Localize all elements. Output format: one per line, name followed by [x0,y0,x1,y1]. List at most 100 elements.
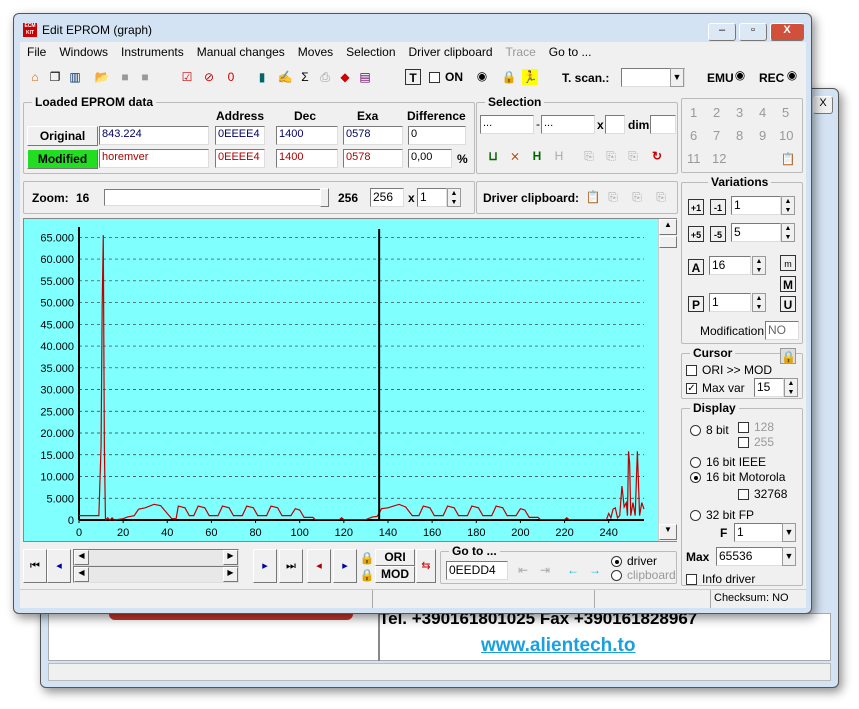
menu-trace[interactable]: Trace [506,45,536,59]
minus-five-icon[interactable]: -5 [710,226,726,242]
mod-scroll-right[interactable]: ▶ [223,567,238,582]
plus-five-icon[interactable]: +5 [688,226,704,242]
p-input[interactable]: 1 [709,293,751,312]
mod-scrollbar[interactable] [73,566,239,583]
number-button[interactable]: 7 [713,128,720,143]
driver-radio[interactable] [611,556,622,568]
8bit-radio[interactable] [690,425,701,437]
no-icon[interactable]: ⊘ [201,69,217,85]
selection-dim[interactable] [650,115,676,134]
prev-diff-button[interactable]: ◂ [307,549,331,583]
menu-moves[interactable]: Moves [298,45,333,59]
f-dropdown-arrow[interactable]: ▼ [782,523,796,542]
mod-scroll-left[interactable]: ◀ [74,567,89,582]
panel-icon[interactable]: ▥ [67,69,83,85]
zoom-slider-thumb[interactable] [320,188,329,207]
selection-from[interactable]: ... [480,115,534,134]
calculator-icon[interactable]: ▮ [254,69,270,85]
p-icon[interactable]: P [688,296,704,312]
zero-icon[interactable]: 0 [223,69,239,85]
menu-driver-clipboard[interactable]: Driver clipboard [409,45,493,59]
clipboard-copy-icon[interactable]: 📋 [585,189,601,205]
number-button[interactable]: 2 [713,105,720,120]
ori-button[interactable]: ORI [375,549,415,566]
next-button[interactable]: ▸ [253,549,277,583]
next-diff-button[interactable]: ▸ [333,549,357,583]
step5-input[interactable]: 5 [731,223,781,242]
number-button[interactable]: 11 [687,151,701,166]
plus-one-icon[interactable]: +1 [688,199,704,215]
graph-scrollbar[interactable]: ▲ ▼ [658,219,677,541]
check-icon[interactable]: ☑ [179,69,195,85]
minus-one-icon[interactable]: -1 [710,199,726,215]
original-dec[interactable]: 1400 [276,126,338,145]
max-var-spinner[interactable]: ▲ ▼ [784,378,798,397]
menu-windows[interactable]: Windows [59,45,108,59]
text-icon[interactable]: T [405,69,421,85]
16bit-ieee-radio[interactable] [690,457,701,469]
website-link[interactable]: www.alientech.to [481,635,636,657]
home-icon[interactable]: ⌂ [27,69,43,85]
number-button[interactable]: 12 [712,151,726,166]
info-driver-checkbox[interactable] [686,574,697,586]
clipboard-radio[interactable] [611,570,622,582]
select-clear-icon[interactable]: ⨯ [507,148,523,164]
a-spinner[interactable]: ▲ ▼ [752,256,766,275]
zoom-value[interactable]: 256 [370,188,404,207]
ori-mod-checkbox[interactable] [686,365,697,377]
number-button[interactable]: 1 [690,105,697,120]
rec-label[interactable]: REC [759,71,784,85]
modified-dec[interactable]: 1400 [276,149,338,168]
number-button[interactable]: 3 [736,105,743,120]
move-right-icon[interactable]: → [587,562,603,578]
u-icon[interactable]: U [780,296,796,312]
swap-button[interactable]: ⇆ [416,549,436,583]
menu-manual-changes[interactable]: Manual changes [197,45,285,59]
windows-icon[interactable]: ❐ [47,69,63,85]
number-button[interactable]: 10 [779,128,793,143]
selection-to[interactable]: ... [541,115,595,134]
print-icon[interactable]: ⎙ [317,69,333,85]
modified-address[interactable]: 0EEEE4 [215,149,265,168]
graph-area[interactable]: 0 5.000 10.000 15.000 20.000 25.000 30.000 35.0… [23,218,677,542]
32768-checkbox[interactable] [738,489,749,501]
ori-scrollbar[interactable] [73,549,239,566]
open-folder-icon[interactable]: 📂 [94,69,110,85]
back-close-button[interactable]: X [813,96,833,114]
16bit-motorola-radio[interactable] [690,472,701,484]
close-button[interactable]: X [770,23,804,41]
select-start-icon[interactable]: ⊔ [485,148,501,164]
number-button[interactable]: 4 [759,105,766,120]
menu-selection[interactable]: Selection [346,45,395,59]
scroll-down-button[interactable]: ▼ [659,524,677,540]
eprom-chart[interactable]: 0 5.000 10.000 15.000 20.000 25.000 30.000 35.0… [24,219,658,541]
scroll-thumb[interactable] [659,236,677,248]
first-button[interactable]: ⏮ [23,549,47,583]
original-address[interactable]: 0EEEE4 [215,126,265,145]
zoom-multiplier[interactable]: 1 [417,188,447,207]
menu-goto[interactable]: Go to ... [549,45,592,59]
number-button[interactable]: 5 [782,105,789,120]
shapes-icon[interactable]: ◆ [337,69,353,85]
ori-lock-icon[interactable]: 🔒 [359,550,375,566]
step1-spinner[interactable]: ▲ ▼ [781,196,795,215]
clipboard-icon[interactable]: 📋 [780,151,796,167]
last-button[interactable]: ⏭ [279,549,303,583]
m-small-icon[interactable]: m [780,255,796,271]
refresh-icon[interactable]: ↻ [649,148,665,164]
modified-button[interactable]: Modified [27,149,98,169]
zoom-spinner[interactable]: ▲ ▼ [447,188,461,207]
edit-icon[interactable]: ✍ [277,69,293,85]
tscan-dropdown-arrow[interactable]: ▼ [670,68,684,87]
max-var-checkbox[interactable]: ✓ [686,383,697,395]
max-dropdown-arrow[interactable]: ▼ [782,547,796,566]
p-spinner[interactable]: ▲ ▼ [752,293,766,312]
menu-file[interactable]: File [27,45,46,59]
emu-label[interactable]: EMU [707,71,734,85]
mod-lock-icon[interactable]: 🔒 [359,567,375,583]
number-button[interactable]: 9 [759,128,766,143]
m-large-icon[interactable]: M [780,276,796,292]
graph-icon[interactable]: ▤ [357,69,373,85]
on-checkbox[interactable] [429,72,440,84]
modified-exa[interactable]: 0578 [343,149,403,168]
